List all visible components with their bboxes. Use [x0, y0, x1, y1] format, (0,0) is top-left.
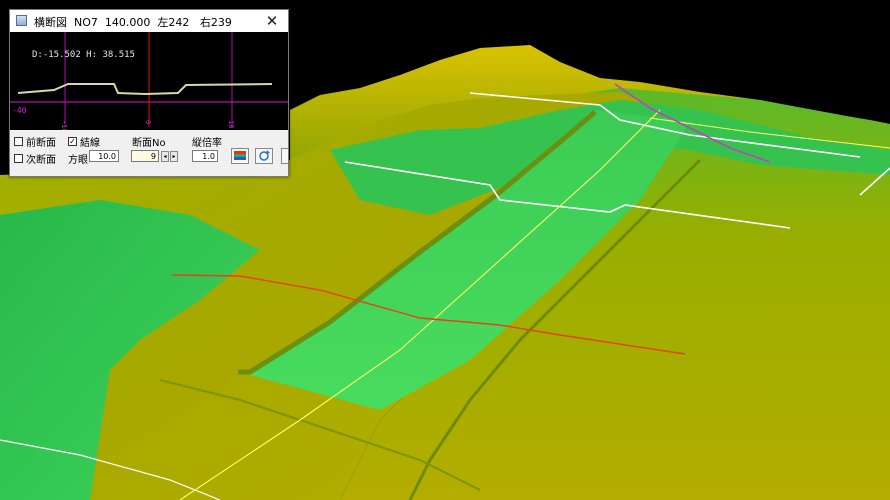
dialog-title: 横断図 NO7 140.000 左242 右239	[34, 16, 232, 29]
section-graph	[10, 32, 288, 127]
prev-section-label: 前断面	[26, 138, 56, 149]
section-no-label: 断面No	[132, 138, 166, 149]
section-prev-spin[interactable]: ◂	[161, 151, 169, 162]
refresh-button[interactable]	[255, 148, 273, 164]
x-tick-center: 0	[144, 120, 152, 125]
vertical-ratio-label: 縦倍率	[192, 138, 222, 149]
chevron-left-icon: ◂	[163, 153, 167, 160]
grid-label: 方眼	[68, 155, 88, 166]
next-section-label: 次断面	[26, 155, 56, 166]
app-icon	[16, 15, 27, 26]
close-icon: ✕	[265, 12, 279, 30]
section-next-spin[interactable]: ▸	[170, 151, 178, 162]
y-axis-label: -40	[12, 106, 27, 115]
chevron-right-icon: ▸	[172, 153, 176, 160]
palette-icon	[234, 151, 246, 160]
dialog-titlebar[interactable]: 横断図 NO7 140.000 左242 右239 ✕	[10, 10, 288, 32]
coordinate-readout: D:-15.502 H: 38.515	[32, 50, 135, 60]
grid-input[interactable]: 10.0	[89, 150, 119, 162]
close-button[interactable]: ✕	[262, 11, 282, 31]
next-section-checkbox[interactable]	[14, 154, 23, 163]
section-no-input[interactable]: 9	[131, 150, 159, 162]
connect-line-checkbox[interactable]: ✓	[68, 137, 77, 146]
x-tick-right: 10	[227, 120, 235, 129]
section-profile	[17, 83, 273, 96]
vertical-ratio-input[interactable]: 1.0	[192, 150, 218, 162]
cross-section-plot[interactable]: D:-15.502 H: 38.515 -40 -10 0 10	[10, 32, 288, 133]
connect-line-label: 結線	[80, 138, 100, 149]
refresh-icon	[259, 150, 270, 161]
cross-section-dialog[interactable]: 横断図 NO7 140.000 左242 右239 ✕ D:-15.502 H:…	[9, 9, 289, 177]
dialog-controls: 前断面 次断面 ✓ 結線 方眼 10.0 断面No 9 ◂ ▸ 縦倍率 1.0	[10, 130, 288, 176]
extra-button[interactable]	[281, 148, 288, 164]
color-palette-button[interactable]	[231, 148, 249, 164]
prev-section-checkbox[interactable]	[14, 137, 23, 146]
